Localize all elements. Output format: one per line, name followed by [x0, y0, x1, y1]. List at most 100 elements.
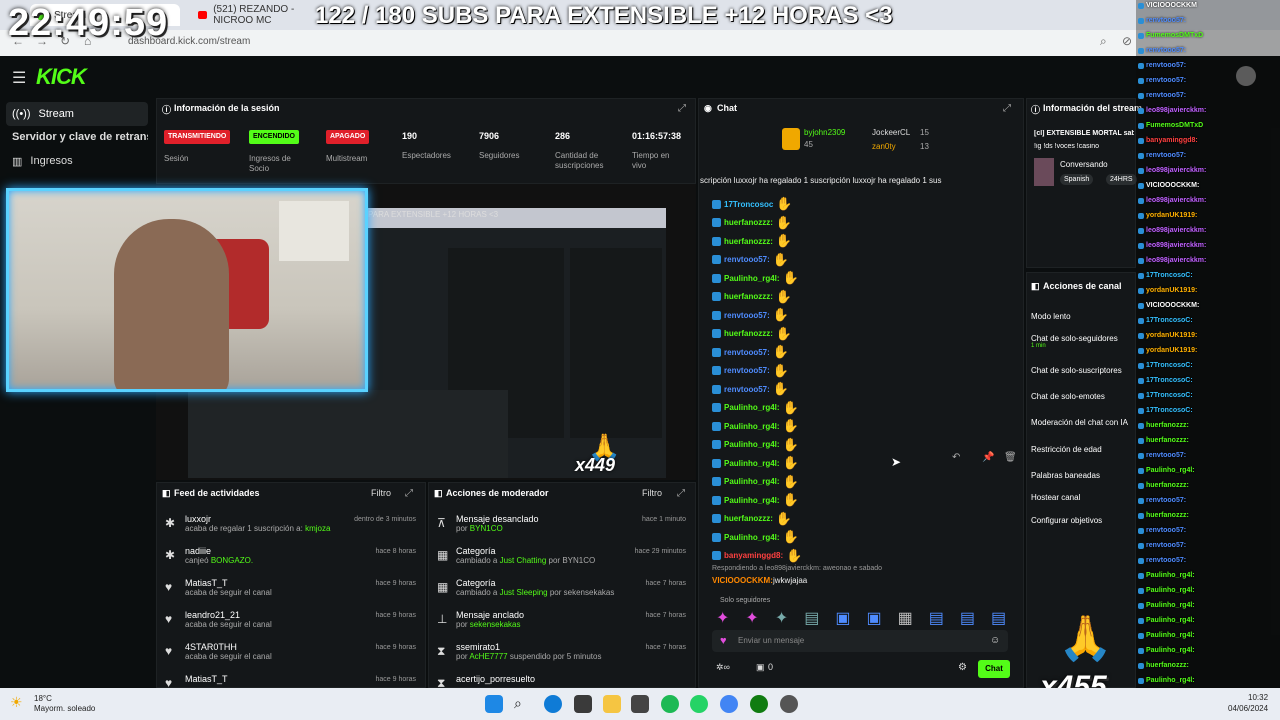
pin-icon[interactable]: 📌: [982, 452, 994, 463]
chat-username[interactable]: renvtooo57:: [724, 385, 770, 394]
channel-action-item[interactable]: Restricción de edad: [1031, 445, 1135, 454]
chat-message[interactable]: banyaminggd8: ✋: [712, 548, 802, 564]
chat-username[interactable]: huerfanozzz:: [724, 218, 773, 227]
mod-item-name[interactable]: Mensaje desanclado: [456, 514, 616, 524]
obs-icon[interactable]: [780, 695, 798, 713]
chat-username[interactable]: renvtooo57:: [724, 311, 770, 320]
menu-icon[interactable]: ☰: [12, 68, 26, 88]
mod-item-name[interactable]: ssemirato1: [456, 642, 616, 652]
feed-expand-icon[interactable]: ⤢: [405, 488, 413, 499]
top-gifter-1[interactable]: byjohn2309: [804, 128, 845, 137]
weather-widget[interactable]: 18°C Mayorm. soleado: [34, 694, 95, 714]
chat-message[interactable]: huerfanozzz: ✋: [712, 233, 792, 249]
sidebar-item-ingresos[interactable]: ▥ Ingresos: [6, 149, 148, 173]
feed-item-target[interactable]: kmjoza: [305, 524, 330, 533]
feed-item[interactable]: leandro21_21 acaba de seguir el canal: [185, 610, 335, 629]
chat-username[interactable]: Paulinho_rg4l:: [724, 422, 780, 431]
mod-item-target[interactable]: Just Sleeping: [500, 588, 548, 597]
store-icon[interactable]: [574, 695, 592, 713]
xbox-icon[interactable]: [750, 695, 768, 713]
mod-expand-icon[interactable]: ⤢: [677, 488, 685, 499]
chat-send-button[interactable]: Chat: [978, 660, 1010, 678]
channel-action-item[interactable]: Modo lento: [1031, 312, 1135, 321]
chat-username[interactable]: Paulinho_rg4l:: [724, 403, 780, 412]
tag-24hrs[interactable]: 24HRS: [1106, 174, 1137, 185]
gift-icon[interactable]: ▣: [756, 662, 765, 673]
chat-message[interactable]: Paulinho_rg4l: ✋: [712, 492, 799, 508]
edge-icon[interactable]: [544, 695, 562, 713]
chat-message[interactable]: renvtooo57: ✋: [712, 381, 789, 397]
channel-action-item[interactable]: Chat de solo-emotes: [1031, 392, 1135, 401]
feed-item[interactable]: nadiiie canjeó BONGAZO.: [185, 546, 335, 565]
feed-filter-button[interactable]: Filtro: [371, 488, 391, 498]
emote-picker-icon[interactable]: ♥: [720, 635, 727, 647]
channel-action-item[interactable]: Palabras baneadas: [1031, 471, 1135, 480]
feed-item-name[interactable]: MatiasT_T: [185, 674, 335, 684]
reply-icon[interactable]: ↶: [952, 452, 960, 463]
eye-off-icon[interactable]: ⊘: [1122, 34, 1132, 48]
mod-item[interactable]: Mensaje anclado por sekensekakas: [456, 610, 616, 629]
chat-message[interactable]: huerfanozzz: ✋: [712, 215, 792, 231]
sidebar-item-server-key[interactable]: Servidor y clave de retransmisión: [6, 125, 148, 149]
mod-item-name[interactable]: acertijo_porresuelto: [456, 674, 616, 684]
mod-item[interactable]: acertijo_porresuelto: [456, 674, 616, 684]
feed-item-name[interactable]: leandro21_21: [185, 610, 335, 620]
channel-action-item[interactable]: Chat de solo-seguidores 1 min: [1031, 334, 1135, 349]
mod-item[interactable]: Categoría cambiado a Just Sleeping por se…: [456, 578, 616, 597]
stream-title-text[interactable]: [cl] EXTENSIBLE MORTAL sabado ORAS CTM: [1034, 130, 1134, 137]
reply-user[interactable]: VICIOOOCKKM:: [712, 576, 773, 585]
mod-item-target[interactable]: sekensekakas: [470, 620, 521, 629]
feed-item-name[interactable]: MatiasT_T: [185, 578, 335, 588]
points-icon[interactable]: ✲∞: [716, 662, 730, 673]
whatsapp-icon[interactable]: [690, 695, 708, 713]
chat-username[interactable]: huerfanozzz:: [724, 292, 773, 301]
chat-username[interactable]: huerfanozzz:: [724, 329, 773, 338]
chat-username[interactable]: 17Troncosoc: [724, 200, 773, 209]
chat-username[interactable]: renvtooo57:: [724, 366, 770, 375]
chat-username[interactable]: Paulinho_rg4l:: [724, 274, 780, 283]
chat-username[interactable]: banyaminggd8:: [724, 551, 783, 560]
chat-username[interactable]: huerfanozzz:: [724, 514, 773, 523]
chat-username[interactable]: renvtooo57:: [724, 255, 770, 264]
top-gifter-2[interactable]: JockeerCL: [872, 128, 910, 137]
mod-item[interactable]: Categoría cambiado a Just Chatting por BY…: [456, 546, 616, 565]
tag-spanish[interactable]: Spanish: [1060, 174, 1094, 185]
mod-item-name[interactable]: Categoría: [456, 546, 616, 556]
chat-message[interactable]: renvtooo57: ✋: [712, 252, 789, 268]
emoji-icon[interactable]: ☺: [990, 635, 1000, 646]
feed-item-name[interactable]: luxxojr: [185, 514, 335, 524]
chat-message[interactable]: Paulinho_rg4l: ✋: [712, 455, 799, 471]
feed-item-name[interactable]: 4STAR0THH: [185, 642, 335, 652]
chat-message[interactable]: Paulinho_rg4l: ✋: [712, 474, 799, 490]
chat-message[interactable]: renvtooo57: ✋: [712, 344, 789, 360]
channel-action-item[interactable]: Chat de solo-suscriptores: [1031, 366, 1135, 375]
top-gifter-3[interactable]: zan0ty: [872, 142, 896, 151]
system-clock[interactable]: 10:32 04/06/2024: [1228, 692, 1268, 714]
kick-logo[interactable]: KICK: [36, 64, 87, 90]
chat-message[interactable]: Paulinho_rg4l: ✋: [712, 400, 799, 416]
chat-settings-icon[interactable]: ⚙: [958, 662, 967, 673]
mod-item-target[interactable]: BYN1CO: [470, 524, 503, 533]
feed-item[interactable]: luxxojr acaba de regalar 1 suscripción a:…: [185, 514, 335, 533]
chat-message[interactable]: huerfanozzz: ✋: [712, 289, 792, 305]
chat-username[interactable]: Paulinho_rg4l:: [724, 496, 780, 505]
chat-message[interactable]: Paulinho_rg4l: ✋: [712, 418, 799, 434]
chat-username[interactable]: Paulinho_rg4l:: [724, 533, 780, 542]
app-icon[interactable]: [631, 695, 649, 713]
mod-item-target[interactable]: AcHE7777: [469, 652, 507, 661]
chat-message[interactable]: renvtooo57: ✋: [712, 307, 789, 323]
browser-tab-youtube[interactable]: (521) REZANDO - NICROO MC: [190, 4, 330, 26]
mod-item-target[interactable]: Just Chatting: [500, 556, 547, 565]
channel-action-item[interactable]: Configurar objetivos: [1031, 516, 1135, 525]
chat-username[interactable]: huerfanozzz:: [724, 237, 773, 246]
windows-start-icon[interactable]: [485, 695, 503, 713]
feed-item[interactable]: 4STAR0THH acaba de seguir el canal: [185, 642, 335, 661]
mod-item[interactable]: Mensaje desanclado por BYN1CO: [456, 514, 616, 533]
chat-message[interactable]: renvtooo57: ✋: [712, 363, 789, 379]
chat-message[interactable]: Paulinho_rg4l: ✋: [712, 270, 799, 286]
feed-item[interactable]: MatiasT_T: [185, 674, 335, 684]
feed-item[interactable]: MatiasT_T acaba de seguir el canal: [185, 578, 335, 597]
chat-username[interactable]: Paulinho_rg4l:: [724, 440, 780, 449]
stream-category[interactable]: Conversando: [1060, 160, 1108, 169]
spotify-icon[interactable]: [661, 695, 679, 713]
